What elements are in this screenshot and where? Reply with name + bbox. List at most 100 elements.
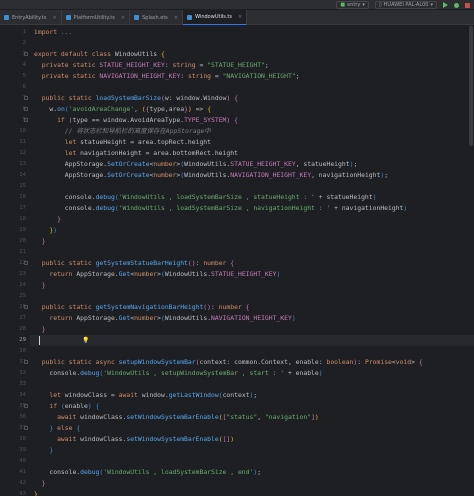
code-token: return (34, 314, 77, 322)
code-token: w. (34, 105, 58, 113)
close-icon[interactable]: × (238, 14, 242, 20)
code-token: ; (384, 171, 389, 179)
code-line[interactable]: let navigationHeight = area.bottomRect.h… (30, 148, 474, 159)
code-line[interactable]: } else { (30, 423, 474, 434)
code-line[interactable]: await windowClass.setWindowSystemBarEnab… (30, 412, 474, 423)
code-token: private static (34, 61, 100, 69)
code-token: ) (372, 193, 377, 201)
code-line[interactable]: await windowClass.setWindowSystemBarEnab… (30, 434, 474, 445)
code-line[interactable]: return AppStorage.Get<number>(WindowUtil… (30, 313, 474, 324)
run-config-select[interactable]: ■ entry ▾ (336, 1, 369, 9)
code-token: console. (34, 204, 96, 212)
code-line[interactable]: console.debug('WindowUtils , loadSystemB… (30, 203, 474, 214)
line-number: 19 (19, 227, 26, 233)
code-token: Get (118, 314, 131, 322)
code-token: , (257, 413, 265, 421)
code-token: number (134, 314, 158, 322)
code-token: setWindowSystemBarEnable (126, 413, 219, 421)
code-line[interactable]: private static NAVIGATION_HEIGHT_KEY: st… (30, 71, 474, 82)
editor-scrollbar[interactable] (469, 26, 473, 146)
code-token: else (53, 424, 77, 432)
code-line[interactable]: }) (30, 225, 474, 236)
code-line[interactable]: w.on('avoidAreaChange', ({type,area}) =>… (30, 104, 474, 115)
code-line[interactable]: AppStorage.SetOrCreate<number>(WindowUti… (30, 170, 474, 181)
device-select[interactable]: ▯ HUAWEI PAL-AL00 ▾ (374, 1, 437, 9)
fold-icon[interactable] (24, 360, 28, 364)
code-editor[interactable]: import ... export default class WindowUti… (30, 25, 474, 496)
fold-icon[interactable] (24, 426, 28, 430)
close-icon[interactable]: × (174, 15, 178, 21)
code-line[interactable]: private static STATUE_HEIGHT_KEY: string… (30, 60, 474, 71)
fold-icon[interactable] (24, 107, 28, 111)
line-number: 18 (19, 216, 26, 222)
tab-2[interactable]: Splash.ets × (130, 10, 184, 25)
code-line[interactable]: console.debug('WindowUtils , loadSystemB… (30, 467, 474, 478)
tab-1[interactable]: PlatformUtility.ts × (62, 10, 131, 25)
code-line[interactable]: if (type == window.AvoidAreaType.TYPE_SY… (30, 115, 474, 126)
code-line[interactable]: } (30, 280, 474, 291)
code-token: windowClass. (80, 413, 127, 421)
code-line[interactable] (30, 379, 474, 390)
file-icon (134, 15, 140, 20)
tab-0[interactable]: EntryAbility.ts × (0, 10, 62, 25)
stop-icon[interactable] (465, 2, 470, 8)
code-token: + navigationHeight (330, 204, 404, 212)
close-icon[interactable]: × (121, 15, 125, 21)
code-token: STATUE_HEIGHT_KEY (230, 160, 296, 168)
code-token: { (234, 94, 239, 102)
fold-icon[interactable] (24, 404, 28, 408)
file-icon (65, 15, 71, 20)
code-token: WindowUtils (114, 50, 161, 58)
code-token: ) (291, 314, 296, 322)
code-line[interactable]: import ... (30, 27, 474, 38)
code-line[interactable]: } (30, 445, 474, 456)
tab-3[interactable]: WindowUtils.ts × (183, 10, 248, 25)
code-line[interactable]: console.debug('WindowUtils , setupWindow… (30, 368, 474, 379)
code-line[interactable]: public static getSystemNavigationBarHeig… (30, 302, 474, 313)
code-line[interactable] (30, 456, 474, 467)
code-line[interactable] (30, 247, 474, 258)
fold-icon[interactable] (24, 96, 28, 100)
code-token: // 将状态栏和导航栏的高度保存在AppStorage中 (34, 127, 211, 135)
code-line[interactable]: AppStorage.SetOrCreate<number>(WindowUti… (30, 159, 474, 170)
code-line[interactable]: return AppStorage.Get<number>(WindowUtil… (30, 269, 474, 280)
fold-icon[interactable] (24, 261, 28, 265)
code-line[interactable] (30, 335, 474, 346)
code-line[interactable]: } (30, 236, 474, 247)
code-line[interactable] (30, 181, 474, 192)
code-token: = (214, 72, 223, 80)
code-token: window.Window (176, 94, 227, 102)
code-line[interactable]: console.debug('WindowUtils , loadSystemB… (30, 192, 474, 203)
code-token: : (180, 72, 188, 80)
code-line[interactable]: // 将状态栏和导航栏的高度保存在AppStorage中 (30, 126, 474, 137)
fold-icon[interactable] (24, 52, 28, 56)
code-line[interactable]: public static async setupWindowSystemBar… (30, 357, 474, 368)
code-line[interactable]: let statueHeight = area.topRect.height (30, 137, 474, 148)
code-line[interactable]: public static getSystemStatueBarHeight()… (30, 258, 474, 269)
code-line[interactable] (30, 346, 474, 357)
code-line[interactable]: let windowClass = await window.getLastWi… (30, 390, 474, 401)
debug-icon[interactable] (454, 2, 459, 8)
code-line[interactable]: } (30, 324, 474, 335)
lightbulb-icon[interactable]: 💡 (82, 337, 89, 344)
tab-label: Splash.ets (142, 14, 168, 21)
code-line[interactable]: export default class WindowUtils { (30, 49, 474, 60)
line-number: 3 (22, 51, 26, 57)
run-icon[interactable] (443, 2, 448, 8)
fold-icon[interactable] (24, 118, 28, 122)
code-line[interactable] (30, 291, 474, 302)
close-icon[interactable]: × (52, 15, 56, 21)
code-line[interactable]: } (30, 489, 474, 496)
code-token: () (187, 259, 196, 267)
code-token: AppStorage. (76, 270, 119, 278)
chevron-down-icon: ▾ (430, 2, 433, 8)
code-line[interactable]: } (30, 478, 474, 489)
code-line[interactable] (30, 38, 474, 49)
fold-icon[interactable] (24, 305, 28, 309)
code-line[interactable]: } (30, 214, 474, 225)
code-line[interactable]: if (enable) { (30, 401, 474, 412)
line-number: 15 (19, 183, 26, 189)
code-line[interactable] (30, 82, 474, 93)
code-line[interactable]: public static loadSystemBarSize(w: windo… (30, 93, 474, 104)
line-number: 8 (22, 106, 26, 112)
